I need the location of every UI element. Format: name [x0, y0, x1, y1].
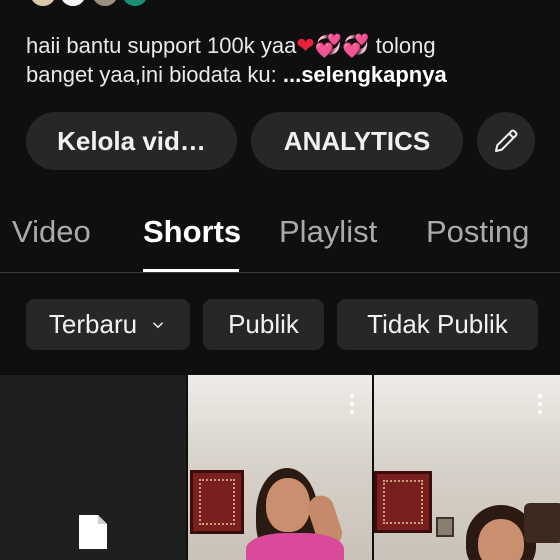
analytics-label: ANALYTICS: [283, 125, 431, 156]
avatar: [120, 0, 150, 8]
channel-description[interactable]: haii bantu support 100k yaa❤💞💞 tolong ba…: [26, 31, 546, 89]
chevron-down-icon: [153, 321, 164, 328]
thumbnail-image: [524, 503, 560, 543]
avatar: [58, 0, 88, 8]
tab-shorts[interactable]: Shorts: [143, 214, 241, 250]
more-link[interactable]: ...selengkapnya: [283, 62, 447, 87]
manage-videos-button[interactable]: Kelola vid…: [26, 112, 237, 170]
thumbnail-image: [374, 471, 432, 533]
analytics-button[interactable]: ANALYTICS: [251, 112, 463, 170]
thumbnail-image: [478, 519, 524, 560]
description-emoji: ❤💞💞: [296, 33, 370, 58]
short-thumbnail[interactable]: [374, 375, 560, 560]
description-line2: banget yaa,ini biodata ku:: [26, 62, 283, 87]
thumbnail-image: [246, 533, 344, 560]
subscriber-avatars: [28, 0, 158, 8]
tabs-divider: [0, 272, 560, 273]
tab-video[interactable]: Video: [12, 214, 91, 250]
short-thumbnail[interactable]: [188, 375, 372, 560]
avatar: [90, 0, 120, 8]
filter-private-chip[interactable]: Tidak Publik: [337, 299, 538, 350]
more-vert-icon[interactable]: [537, 393, 543, 415]
tab-playlist[interactable]: Playlist: [279, 214, 377, 250]
description-line1-end: tolong: [375, 33, 436, 58]
private-label: Tidak Publik: [367, 309, 508, 339]
more-vert-icon[interactable]: [349, 393, 355, 415]
edit-channel-button[interactable]: [477, 112, 535, 170]
short-thumbnail-processing[interactable]: [0, 375, 186, 560]
thumbnail-image: [266, 478, 310, 532]
avatar: [28, 0, 58, 8]
description-line1: haii bantu support 100k yaa: [26, 33, 297, 58]
tab-posting[interactable]: Posting: [426, 214, 529, 250]
channel-tabs: Video Shorts Playlist Posting: [0, 196, 560, 272]
thumbnail-image: [190, 470, 244, 534]
public-label: Publik: [228, 309, 299, 339]
filter-public-chip[interactable]: Publik: [203, 299, 324, 350]
pencil-icon: [495, 129, 518, 152]
document-icon: [79, 515, 107, 549]
sort-dropdown[interactable]: Terbaru: [26, 299, 190, 350]
manage-videos-label: Kelola vid…: [57, 125, 206, 156]
sort-label: Terbaru: [48, 309, 138, 339]
thumbnail-image: [436, 517, 454, 537]
